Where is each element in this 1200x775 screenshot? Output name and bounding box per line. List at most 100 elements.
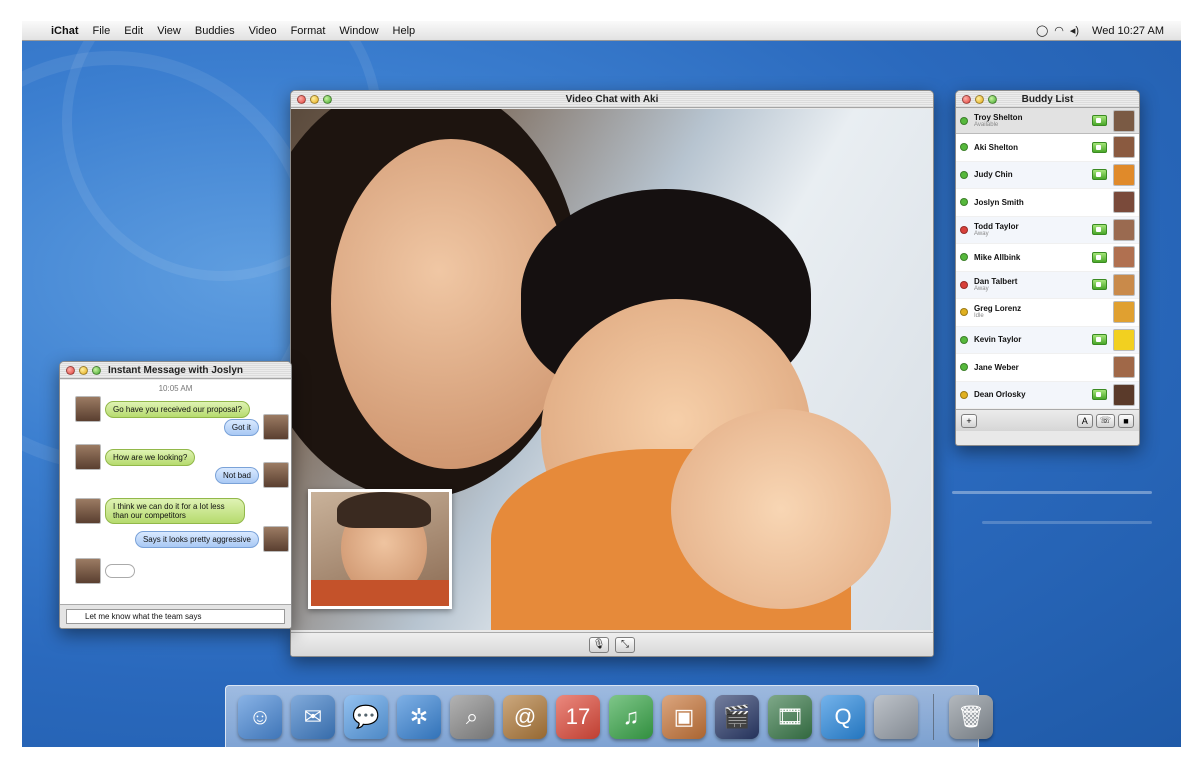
close-button[interactable] [66,365,75,375]
sherlock-icon[interactable]: ⌕ [450,694,494,739]
local-video-preview[interactable] [308,489,452,609]
buddy-icon [1113,356,1135,379]
menu-format[interactable]: Format [284,25,333,37]
remote-video-feed [291,109,931,630]
mail-icon[interactable]: ✉ [291,694,335,739]
buddy-icon [1113,136,1135,159]
menu-video[interactable]: Video [242,25,284,37]
im-input-bar: Let me know what the team says [60,604,291,628]
zoom-button[interactable] [323,94,332,104]
video-camera-icon[interactable] [1092,169,1107,181]
safari-icon[interactable]: ✲ [397,694,441,739]
wifi-icon[interactable]: ◠ [1054,24,1064,37]
buddy-name: Judy Chin [974,170,1013,180]
buddy-name: Kevin Taylor [974,335,1022,345]
buddy-name: Greg Lorenz [974,304,1022,314]
status-indicator [960,116,968,125]
video-camera-icon[interactable] [1092,389,1107,401]
status-indicator [960,335,968,344]
add-buddy-button[interactable]: + [961,413,977,428]
menu-help[interactable]: Help [386,25,423,37]
menu-file[interactable]: File [86,25,118,37]
minimize-button[interactable] [310,94,319,104]
itunes-icon[interactable]: ♫ [609,694,653,739]
buddy-row[interactable]: Mike Allbink [956,244,1139,272]
ichat-status-icon[interactable]: ◯ [1036,24,1048,37]
buddy-name: Dan Talbert [974,276,1018,286]
dock: ☺ ✉ 💬 ✲ ⌕ @17 ♫ ▣ 🎬 🎞 Q 🗑 [225,685,993,747]
close-button[interactable] [962,94,971,104]
buddy-icon [1113,383,1135,406]
fullscreen-button[interactable]: ⤡ [615,636,635,653]
zoom-button[interactable] [92,365,101,375]
message-input[interactable]: Let me know what the team says [66,609,285,624]
imovie-icon[interactable]: 🎬 [715,694,759,739]
menu-view[interactable]: View [150,25,188,37]
menu-clock[interactable]: Wed 10:27 AM [1085,25,1171,37]
minimize-button[interactable] [975,94,984,104]
message-bubble: How are we looking? [105,448,196,466]
close-button[interactable] [297,94,306,104]
minimize-button[interactable] [79,365,88,375]
system-preferences-icon[interactable] [874,694,918,739]
im-titlebar[interactable]: Instant Message with Joslyn [60,362,291,379]
message-bubble: Says it looks pretty aggressive [134,530,259,548]
menu-app-name[interactable]: iChat [44,25,86,37]
message-row: How are we looking? [75,444,196,470]
avatar [263,414,289,440]
menu-extras: ◯ ◠ ◂) Wed 10:27 AM [1036,24,1181,38]
buddy-name: Dean Orlosky [974,390,1026,400]
my-status[interactable]: Troy Shelton Available [956,108,1139,134]
ichat-icon[interactable]: 💬 [344,694,388,739]
video-camera-icon[interactable] [1092,279,1107,291]
my-buddy-icon[interactable] [1113,109,1135,132]
buddy-row[interactable]: Joslyn Smith [956,189,1139,217]
buddy-icon [1113,246,1135,269]
buddy-status-text: Away [974,285,989,292]
quicktime-icon[interactable]: Q [821,694,865,739]
buddy-row[interactable]: Kevin Taylor [956,326,1139,354]
buddy-name: Jane Weber [974,362,1019,372]
zoom-button[interactable] [988,94,997,104]
text-chat-button[interactable]: A [1076,413,1093,428]
iphoto-icon[interactable]: ▣ [662,694,706,739]
message-row: Got it [223,414,289,440]
video-chat-titlebar[interactable]: Video Chat with Aki [291,91,933,108]
preview-hair [337,492,431,528]
idvd-icon[interactable]: 🎞 [768,694,812,739]
buddy-row[interactable]: Judy Chin [956,161,1139,189]
menu-edit[interactable]: Edit [117,25,150,37]
buddy-list-window: Buddy List Troy Shelton Available Aki Sh… [955,90,1140,446]
buddy-row[interactable]: Dan Talbert Away [956,271,1139,299]
trash-icon[interactable]: 🗑 [949,694,993,739]
avatar [75,498,101,524]
video-camera-icon[interactable] [1092,224,1107,236]
mute-button[interactable]: 🎙 [589,636,609,653]
menu-buddies[interactable]: Buddies [188,25,242,37]
buddy-row[interactable]: Aki Shelton [956,134,1139,162]
buddy-list-titlebar[interactable]: Buddy List [956,91,1139,108]
wallpaper-shine [952,491,1152,494]
buddy-row[interactable]: Dean Orlosky [956,381,1139,409]
video-camera-icon[interactable] [1092,334,1107,346]
ical-icon[interactable]: 17 [556,694,600,739]
video-chat-button[interactable]: ■ [1118,413,1134,428]
finder-icon[interactable]: ☺ [238,694,282,739]
menu-window[interactable]: Window [332,25,385,37]
my-status-text[interactable]: Available [974,122,1086,129]
buddy-icon [1113,218,1135,241]
buddy-row[interactable]: Todd Taylor Away [956,216,1139,244]
buddy-status-text: Idle [974,313,984,320]
status-indicator [960,363,968,372]
typing-indicator [105,564,135,578]
buddy-row[interactable]: Greg Lorenz Idle [956,299,1139,327]
status-indicator [960,280,968,289]
audio-chat-button[interactable]: ☏ [1095,413,1115,428]
address-book-icon[interactable]: @ [503,694,547,739]
video-camera-icon[interactable] [1092,141,1107,153]
buddy-row[interactable]: Jane Weber [956,354,1139,382]
desktop: iChat File Edit View Buddies Video Forma… [22,21,1181,747]
volume-icon[interactable]: ◂) [1070,24,1079,37]
video-camera-icon[interactable] [1092,251,1107,263]
avatar [75,558,101,584]
